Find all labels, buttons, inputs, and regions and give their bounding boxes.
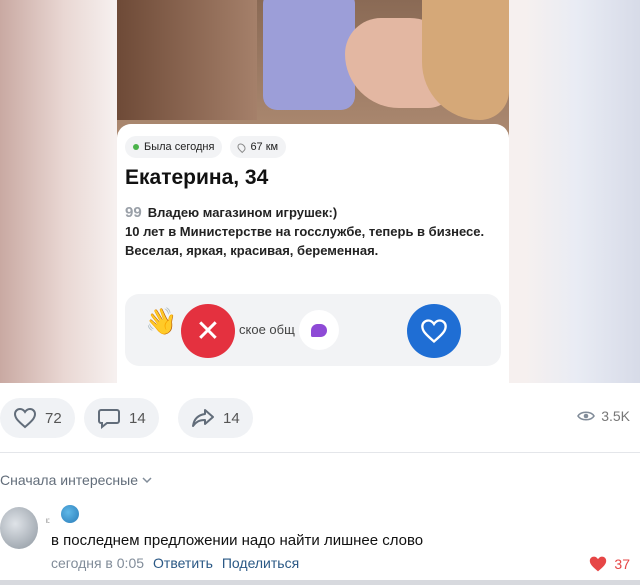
- profile-card: Была сегодня 67 км Екатерина, 34 99 Владе…: [117, 124, 509, 383]
- online-dot-icon: [133, 144, 139, 150]
- partial-text: ское общ: [239, 322, 295, 337]
- wave-hand-icon: 👋: [145, 306, 178, 336]
- heart-filled-icon: [590, 556, 607, 572]
- like-button[interactable]: 72: [0, 398, 75, 438]
- quote-icon: 99: [125, 204, 142, 221]
- comment-sort-dropdown[interactable]: Сначала интересные: [0, 472, 152, 488]
- share-count: 14: [223, 409, 240, 427]
- like-profile-button: [407, 304, 461, 358]
- heart-icon: [13, 407, 37, 429]
- divider: [0, 452, 640, 453]
- comment-count: 14: [129, 409, 146, 427]
- avatar[interactable]: [0, 507, 38, 549]
- dislike-button: ✕: [181, 304, 235, 358]
- comment-like-button[interactable]: 37: [588, 555, 630, 573]
- profile-bio: 99 Владею магазином игрушек:) 10 лет в Ми…: [125, 204, 485, 258]
- status-chip: Была сегодня: [125, 136, 223, 158]
- profile-name: Екатерина, 34: [125, 166, 269, 189]
- globe-icon: [61, 505, 79, 523]
- divider: [0, 580, 640, 585]
- eye-icon: [577, 411, 596, 421]
- comment-text: в последнем предложении надо найти лишне…: [51, 532, 424, 549]
- reply-link[interactable]: Ответить: [153, 555, 213, 571]
- comment-meta: сегодня в 0:05 Ответить Поделиться: [51, 555, 299, 571]
- post-image[interactable]: Была сегодня 67 км Екатерина, 34 99 Владе…: [0, 0, 640, 383]
- phone-in-photo: [263, 0, 355, 110]
- distance-chip: 67 км: [230, 136, 287, 158]
- share-icon: [192, 409, 214, 427]
- close-icon: ✕: [195, 314, 221, 348]
- heart-outline-icon: [421, 319, 447, 344]
- profile-action-bar: 👋 ское общ ✕: [125, 294, 501, 366]
- comment-button[interactable]: 14: [84, 398, 159, 438]
- location-pin-icon: [236, 141, 248, 153]
- share-comment-link[interactable]: Поделиться: [222, 555, 299, 571]
- comment-time: сегодня в 0:05: [51, 555, 145, 571]
- comment-author-tag: ι:: [46, 516, 50, 525]
- views-counter: 3.5K: [577, 408, 630, 424]
- comment-icon: [98, 409, 120, 429]
- share-button[interactable]: 14: [178, 398, 253, 438]
- post-stats-bar: 72 14 14 3.5K: [0, 398, 640, 438]
- chat-bubble-icon: [299, 310, 339, 350]
- chevron-down-icon: [142, 477, 152, 484]
- like-count: 72: [45, 409, 62, 427]
